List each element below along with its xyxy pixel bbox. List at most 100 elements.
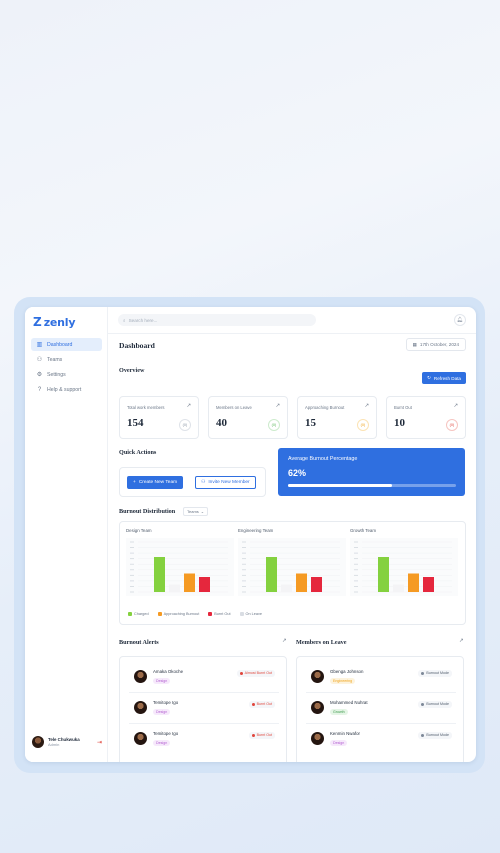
bar-burnt-out (184, 573, 195, 592)
sidebar-item-dashboard[interactable]: ▥ Dashboard (31, 338, 102, 351)
stat-label: Total work members (127, 405, 165, 410)
status-label: Burnout Mode (426, 671, 449, 675)
user-role: Admin (48, 742, 60, 747)
arrow-up-right-icon[interactable]: ↗ (275, 403, 280, 409)
search-placeholder: Search here... (128, 317, 158, 323)
y-tick-mark (130, 569, 134, 571)
avatar (311, 701, 324, 714)
avatar (134, 670, 147, 683)
team-tag: Engineering (330, 678, 356, 684)
arrow-up-right-icon[interactable]: ↗ (453, 403, 458, 409)
teams-filter-value: Teams (187, 509, 199, 514)
sidebar-item-help[interactable]: ? Help & support (31, 383, 102, 396)
gear-icon: ⚙ (36, 371, 43, 378)
status-badge: Burnout Mode (418, 732, 452, 739)
sidebar: Z zenly ▥ Dashboard ⚇ Teams ⚙ Settings ?… (25, 307, 108, 762)
invite-new-member-button[interactable]: ⚇ Invite New Member (195, 476, 256, 489)
member-name: Temitope Igo (153, 731, 179, 736)
arrow-up-right-icon[interactable]: ↗ (459, 638, 464, 644)
legend-label: Burnt Out (214, 612, 231, 616)
stat-card-approaching-burnout[interactable]: Approaching Burnout ↗ 15 (0) (297, 396, 377, 439)
legend-item: Approaching Burnout (157, 612, 200, 616)
legend-swatch (157, 612, 162, 616)
status-dot (239, 672, 243, 675)
stat-value: 15 (305, 417, 316, 429)
divider (306, 723, 456, 724)
refresh-data-button[interactable]: ↻ Refresh Data (422, 372, 466, 384)
status-dot (251, 703, 255, 706)
y-tick-mark (354, 541, 358, 543)
stat-value: 154 (127, 417, 144, 429)
logo[interactable]: Z zenly (33, 315, 76, 329)
help-icon: ? (37, 386, 42, 393)
sidebar-item-label: Settings (47, 371, 66, 378)
member-name: Temitope Igo (153, 700, 179, 705)
y-tick-mark (354, 558, 358, 560)
status-dot (251, 734, 255, 737)
refresh-icon: ↻ (427, 375, 431, 380)
stat-badge: (0) (446, 419, 458, 431)
bar-approaching-burnout (393, 584, 404, 592)
arrow-up-right-icon[interactable]: ↗ (364, 403, 369, 409)
topbar: ⌕ Search here... 🔔︎ (108, 307, 476, 334)
calendar-icon: ▦ (412, 341, 417, 347)
page-title: Dashboard (119, 341, 155, 350)
member-name: Gbenga Johnson (330, 669, 364, 674)
status-dot (421, 734, 425, 737)
user-profile[interactable]: Tele Chukwuka Admin ⇥ (32, 736, 102, 748)
legend-swatch (239, 612, 244, 616)
stat-badge: (0) (179, 419, 191, 431)
list-item[interactable]: Mohammed Nuhrat Growth Burnout Mode (306, 696, 456, 720)
stat-card-total-members[interactable]: Total work members ↗ 154 (0) (119, 396, 199, 439)
status-label: Almost Burnt Out (244, 671, 272, 675)
logout-icon[interactable]: ⇥ (97, 739, 102, 746)
chevron-down-icon: ⌄ (200, 509, 205, 514)
list-item[interactable]: Gbenga Johnson Engineering Burnout Mode (306, 665, 456, 689)
logo-mark-icon: Z (33, 315, 42, 329)
teams-filter-select[interactable]: Teams ⌄ (183, 507, 209, 516)
team-tag: Design (153, 709, 171, 715)
legend-label: Charged (134, 612, 149, 616)
team-tag: Design (153, 678, 171, 684)
bar-chart (350, 538, 458, 596)
arrow-up-right-icon[interactable]: ↗ (282, 638, 287, 644)
status-badge: Burnt Out (248, 701, 275, 708)
status-label: Burnt Out (256, 702, 272, 706)
bell-icon[interactable]: 🔔︎ (454, 314, 466, 326)
legend-label: Approaching Burnout (163, 612, 200, 616)
y-tick-mark (242, 563, 246, 565)
bar-charged (154, 557, 165, 592)
stat-card-members-on-leave[interactable]: Members on Leave ↗ 40 (0) (208, 396, 288, 439)
sidebar-item-label: Teams (47, 356, 63, 363)
y-tick-mark (130, 586, 134, 587)
list-item[interactable]: Temitope Igo Design Burnt Out (129, 696, 279, 720)
list-item[interactable]: Amaka Okoche Design Almost Burnt Out (129, 665, 279, 689)
legend-swatch (208, 612, 213, 616)
search-input[interactable]: ⌕ Search here... (118, 314, 316, 326)
sidebar-item-teams[interactable]: ⚇ Teams (31, 353, 102, 366)
average-burnout-value: 62% (288, 468, 307, 478)
average-burnout-card: Average Burnout Percentage 62% (278, 448, 465, 496)
stat-card-burnt-out[interactable]: Burnt Out ↗ 10 (0) (386, 396, 466, 439)
divider (306, 692, 456, 693)
date-picker[interactable]: ▦ 17th October, 2024 (405, 338, 466, 351)
y-tick-mark (130, 547, 134, 548)
avatar (32, 736, 44, 748)
arrow-up-right-icon[interactable]: ↗ (186, 403, 191, 409)
sidebar-item-settings[interactable]: ⚙ Settings (31, 368, 102, 381)
y-tick-mark (130, 580, 134, 582)
legend-swatch (128, 612, 132, 616)
create-new-team-button[interactable]: + Create New Team (127, 476, 184, 489)
users-icon: ⚇ (36, 356, 43, 363)
y-tick-mark (242, 580, 246, 582)
avatar (134, 701, 147, 714)
list-item[interactable]: Kenmin Nwafor Design Burnout Mode (306, 727, 456, 751)
list-item[interactable]: Temitope Igo Design Burnt Out (129, 727, 279, 751)
stat-label: Approaching Burnout (305, 405, 345, 410)
avatar (134, 732, 147, 745)
refresh-label: Refresh Data (433, 375, 461, 381)
y-tick-mark (242, 552, 246, 554)
legend-item: Burnt Out (208, 612, 231, 616)
y-tick-mark (130, 541, 134, 543)
team-tag: Design (330, 740, 348, 746)
